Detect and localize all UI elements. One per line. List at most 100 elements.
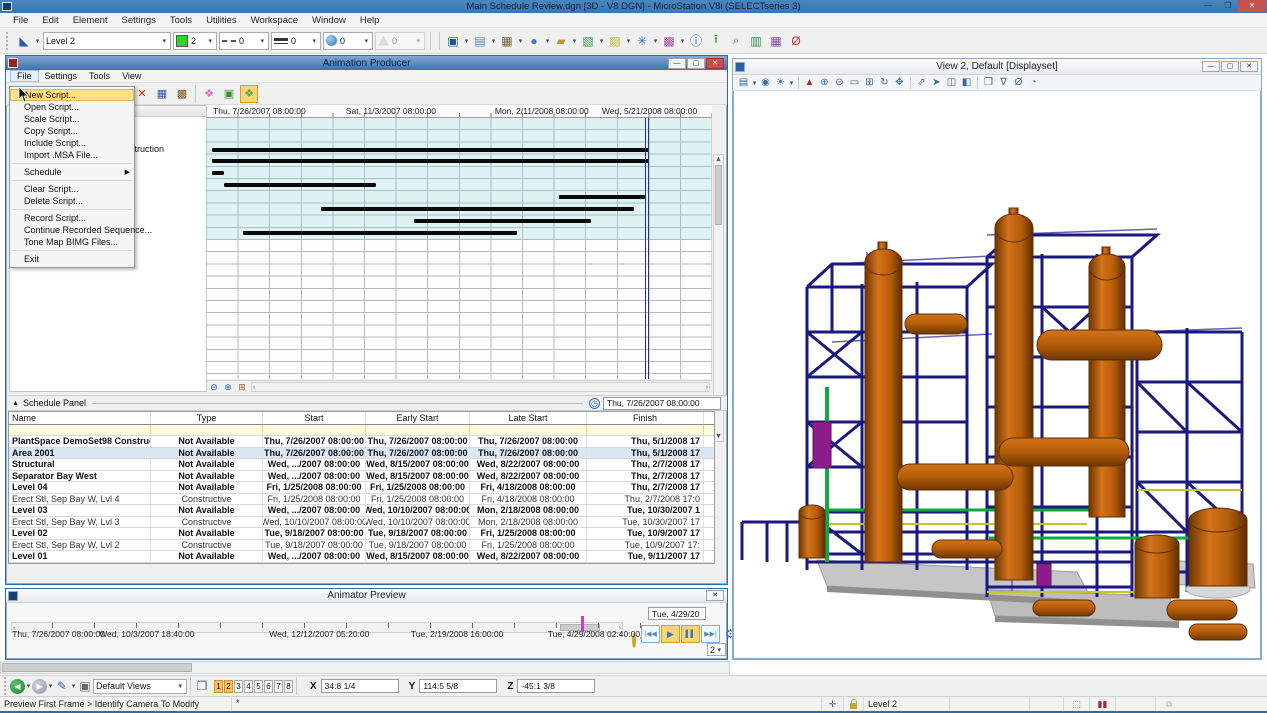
zoom-out-icon[interactable]: ⊖ (832, 73, 847, 93)
lock-icon[interactable] (844, 697, 864, 711)
file-menu-item-clear-script[interactable]: Clear Script... (10, 183, 134, 195)
pen-tool-icon[interactable]: ✎ (54, 676, 70, 696)
transparency-combo[interactable]: 0 ▾ (375, 32, 425, 50)
menu-file[interactable]: File (6, 14, 35, 27)
fence-icon[interactable]: ⧉ (1156, 697, 1182, 711)
collapse-icon[interactable]: ▲ (12, 400, 19, 407)
raster-manager-icon[interactable]: ▦ (497, 31, 517, 51)
window-area-icon[interactable]: ▭ (847, 73, 862, 93)
minimize-button[interactable]: — (1202, 61, 1220, 72)
table-row[interactable]: Erect Stl, Sep Bay W, Lvl 4ConstructiveF… (9, 494, 714, 506)
scroll-up-icon[interactable]: ▲ (714, 155, 723, 164)
menu-help[interactable]: Help (353, 14, 387, 27)
reference-book-icon[interactable]: ▥ (746, 31, 766, 51)
table-row[interactable]: Erect Stl, Sep Bay W, Lvl 2ConstructiveT… (9, 540, 714, 552)
chevron-down-icon[interactable]: ▾ (598, 37, 605, 45)
create-keyframe-icon[interactable]: ▦ (153, 85, 171, 103)
menu-settings[interactable]: Settings (115, 14, 163, 27)
view-toggle-4[interactable]: 4 (244, 680, 253, 693)
forward-button[interactable]: ▶ (32, 679, 47, 694)
line-weight-combo[interactable]: 0 ▾ (271, 32, 321, 50)
column-header-name[interactable]: Name (9, 412, 151, 424)
zoom-wand-icon[interactable]: ✳ (632, 31, 652, 51)
table-row[interactable]: Erect Stl, Sep Bay W, Lvl 1ConstructiveW… (9, 563, 714, 565)
chevron-down-icon[interactable]: ▾ (25, 682, 32, 690)
chevron-down-icon[interactable]: ▾ (34, 37, 41, 45)
design-history-icon[interactable]: ▮▮ (1090, 697, 1116, 711)
navigate-view-icon[interactable]: ◔ (1026, 73, 1041, 93)
view-toggle-6[interactable]: 6 (264, 680, 273, 693)
gantt-bar[interactable] (414, 219, 591, 223)
chevron-down-icon[interactable]: ▾ (544, 37, 551, 45)
file-menu-item-record-script[interactable]: Record Script... (10, 212, 134, 224)
close-button[interactable]: ✕ (1238, 0, 1266, 12)
web-browser-icon[interactable]: ● (524, 31, 544, 51)
play-button[interactable]: ▶ (661, 625, 680, 643)
apply-saved-view-icon[interactable]: ◧ (959, 73, 974, 93)
drop-element-icon[interactable]: ▦ (766, 31, 786, 51)
table-row[interactable]: Separator Bay WestNot AvailableWed, .../… (9, 471, 714, 483)
preview-animation-icon[interactable]: ▣ (220, 85, 238, 103)
file-menu-item-continue-recorded-sequence[interactable]: Continue Recorded Sequence... (10, 224, 134, 236)
gantt-bar[interactable] (212, 171, 224, 175)
close-button[interactable]: ✕ (706, 590, 724, 601)
menu-window[interactable]: Window (305, 14, 353, 27)
ap-menu-tools[interactable]: Tools (83, 71, 116, 81)
x-coordinate-field[interactable]: 34:8 1/4 (321, 679, 399, 693)
scroll-left-icon[interactable]: ‹ (253, 383, 255, 392)
skip-to-start-button[interactable]: |◀◀ (641, 625, 660, 643)
chevron-down-icon[interactable]: ▾ (47, 682, 54, 690)
file-menu-item-schedule[interactable]: Schedule▶ (10, 166, 134, 178)
gantt-zoom-out-icon[interactable]: ⊖ (207, 382, 221, 393)
view-toggle-7[interactable]: 7 (274, 680, 283, 693)
gantt-hscrollbar[interactable]: ‹ › (251, 382, 710, 392)
z-coordinate-field[interactable]: -45:1 3/8 (517, 679, 595, 693)
images-folder-icon[interactable]: ▰ (551, 31, 571, 51)
table-row[interactable]: Area 2001Not AvailableThu, 7/26/2007 08:… (9, 448, 714, 460)
frame-step-spinner[interactable]: 2 ▾ (707, 643, 726, 656)
clock-icon[interactable]: ◷ (589, 398, 600, 409)
view-toggle-1[interactable]: 1 (214, 680, 223, 693)
preview-playhead[interactable] (581, 616, 584, 632)
menu-utilities[interactable]: Utilities (199, 14, 244, 27)
element-class-combo[interactable]: 0 ▾ (323, 32, 373, 50)
view-toggle-8[interactable]: 8 (284, 680, 293, 693)
table-row[interactable]: Level 02Not AvailableTue, 9/18/2007 08:0… (9, 528, 714, 540)
table-row[interactable]: StructuralNot AvailableWed, .../2007 08:… (9, 459, 714, 471)
filter-cell[interactable] (151, 425, 263, 435)
filter-cell[interactable] (470, 425, 587, 435)
chevron-down-icon[interactable]: ▾ (463, 37, 470, 45)
chevron-down-icon[interactable]: ▾ (517, 37, 524, 45)
animation-settings-icon[interactable]: ❖ (240, 85, 258, 103)
ap-menu-file[interactable]: File (10, 70, 39, 82)
pause-button[interactable]: ▌▌ (681, 625, 700, 643)
gantt-zoom-in-icon[interactable]: ⊕ (221, 382, 235, 393)
copy-view-icon[interactable]: ❐ (981, 73, 996, 93)
filter-cell[interactable] (9, 425, 151, 435)
chevron-down-icon[interactable]: ▾ (751, 79, 758, 87)
restore-button[interactable]: ❐ (1218, 0, 1238, 12)
chevron-down-icon[interactable]: ▾ (788, 79, 795, 87)
table-row[interactable]: Level 03Not AvailableWed, .../2007 08:00… (9, 505, 714, 517)
table-row[interactable]: Erect Stl, Sep Bay W, Lvl 3ConstructiveW… (9, 517, 714, 529)
file-menu-item-import-msa-file[interactable]: Import .MSA File... (10, 149, 134, 161)
skip-to-end-button[interactable]: ▶▶| (701, 625, 720, 643)
fit-view-icon[interactable]: ⊞ (862, 73, 877, 93)
filter-cell[interactable] (587, 425, 704, 435)
chevron-down-icon[interactable]: ▾ (679, 37, 686, 45)
column-header-early-start[interactable]: Early Start (366, 412, 470, 424)
gantt-bar[interactable] (212, 148, 649, 152)
file-menu-item-scale-script[interactable]: Scale Script... (10, 113, 134, 125)
script-settings-icon[interactable]: ▩ (173, 85, 191, 103)
chevron-down-icon[interactable]: ▾ (490, 37, 497, 45)
file-menu-item-include-script[interactable]: Include Script... (10, 137, 134, 149)
table-row[interactable]: Level 01Not AvailableWed, .../2007 08:00… (9, 551, 714, 563)
file-menu-item-exit[interactable]: Exit (10, 253, 134, 265)
mdi-hscrollbar[interactable] (0, 661, 730, 674)
gantt-bar[interactable] (212, 159, 649, 163)
view-toggle-5[interactable]: 5 (254, 680, 263, 693)
column-header-type[interactable]: Type (151, 412, 263, 424)
menu-tools[interactable]: Tools (163, 14, 199, 27)
selection-set-icon[interactable]: ⬚ (1064, 697, 1090, 711)
render-icon[interactable]: ▲ (802, 73, 817, 93)
